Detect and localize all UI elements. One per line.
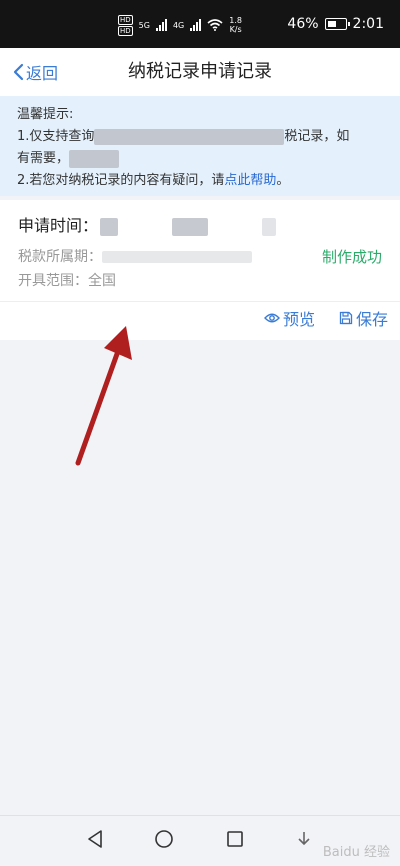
wifi-icon xyxy=(207,19,223,31)
notice-line-3: 2.若您对纳税记录的内容有疑问，请点此帮助。 xyxy=(17,173,290,188)
notice-line-1: 1.仅支持查询 税记录，如 xyxy=(17,128,350,145)
signal-bars-icon xyxy=(190,19,202,31)
help-link[interactable]: 点此帮助 xyxy=(224,173,276,188)
back-button[interactable]: 返回 xyxy=(12,48,58,96)
battery-icon xyxy=(324,18,350,30)
notice-heading: 温馨提示: xyxy=(17,107,74,122)
redacted-block xyxy=(262,217,277,236)
hd-badge: HD xyxy=(118,14,133,25)
clock: 2:01 xyxy=(352,16,384,32)
preview-label: 预览 xyxy=(282,310,315,329)
redacted-block xyxy=(94,128,285,145)
apply-time-row: 申请时间： xyxy=(18,212,277,236)
page-title: 纳税记录申请记录 xyxy=(128,61,272,82)
redacted-block xyxy=(100,217,119,236)
back-label: 返回 xyxy=(26,64,59,83)
signal-bars-icon xyxy=(155,19,167,31)
home-circle-icon[interactable] xyxy=(154,829,174,849)
system-nav-bar: Baidu 经验 xyxy=(0,815,400,866)
status-bar: HD HD 5G 4G 1.8 K/s 46% 2:01 xyxy=(0,0,400,48)
redacted-block xyxy=(102,251,252,263)
record-actions: 预览 保存 xyxy=(264,306,388,330)
back-triangle-icon[interactable] xyxy=(86,829,104,849)
issue-range-label: 开具范围： xyxy=(18,273,88,289)
arrow-annotation-icon xyxy=(75,326,132,466)
eye-icon xyxy=(264,313,280,323)
issue-range-value: 全国 xyxy=(88,273,116,289)
record-card: 申请时间： 税款所属期： 开具范围：全国 制作成功 预览 保存 xyxy=(0,200,400,340)
notice-box: 温馨提示: 1.仅支持查询 税记录，如 有需要， 2.若您对纳税记录的内容有疑问，… xyxy=(0,96,400,196)
recents-square-icon[interactable] xyxy=(226,829,244,849)
apply-time-label: 申请时间： xyxy=(18,216,99,235)
chevron-left-icon xyxy=(13,63,24,81)
save-button[interactable]: 保存 xyxy=(339,306,388,330)
issue-range-row: 开具范围：全国 xyxy=(18,270,116,290)
network-5g-label: 5G xyxy=(138,20,150,30)
redacted-block xyxy=(172,217,209,236)
hd-badge: HD xyxy=(118,25,133,36)
net-speed: 1.8 K/s xyxy=(229,16,242,34)
tax-period-label: 税款所属期： xyxy=(18,249,102,265)
divider xyxy=(0,301,400,302)
save-icon xyxy=(339,311,353,325)
download-icon[interactable] xyxy=(296,829,312,849)
notice-line-2: 有需要， xyxy=(17,148,388,170)
redacted-block xyxy=(69,149,120,168)
preview-button[interactable]: 预览 xyxy=(264,306,315,330)
tax-period-row: 税款所属期： xyxy=(18,246,252,266)
watermark: Baidu 经验 xyxy=(322,845,390,860)
signal-group: HD HD 5G 4G 1.8 K/s xyxy=(118,14,242,36)
status-badge: 制作成功 xyxy=(321,248,382,266)
nav-bar: 纳税记录申请记录 返回 xyxy=(0,48,400,97)
network-4g-label: 4G xyxy=(172,20,185,30)
save-label: 保存 xyxy=(355,310,388,329)
status-right: 46% 2:01 xyxy=(287,0,384,48)
battery-percent: 46% xyxy=(287,16,319,32)
